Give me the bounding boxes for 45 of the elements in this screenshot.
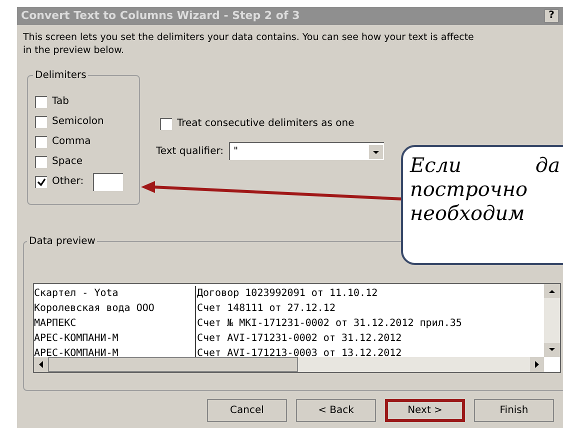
description-text: This screen lets you set the delimiters your data contains. You can see how your text is affecte <box>23 31 475 44</box>
wizard-button[interactable]: Finish <box>474 399 554 422</box>
dropdown-value: " <box>232 145 240 159</box>
wizard-button[interactable]: < Back <box>296 399 376 422</box>
text-qualifier-dropdown[interactable]: " <box>228 142 384 160</box>
description-text: in the preview below. <box>23 44 126 57</box>
checkbox-label: Tab <box>52 95 69 109</box>
callout-text: да <box>535 153 560 177</box>
scroll-down-icon[interactable] <box>544 343 560 357</box>
scroll-left-icon[interactable] <box>34 357 48 372</box>
preview-cell-text: Счет № МКI-171231-0002 от 31.12.2012 прил.35 <box>196 317 462 331</box>
callout-text: Если <box>410 153 462 177</box>
callout-text: построчно <box>410 177 528 201</box>
scroll-thumb[interactable] <box>48 357 298 372</box>
checkbox[interactable] <box>35 96 47 108</box>
checkbox-label: Comma <box>52 135 91 149</box>
checkbox-label: Semicolon <box>52 115 104 129</box>
checkbox-label: Space <box>52 155 82 169</box>
group-label: Data preview <box>27 234 98 249</box>
vertical-scrollbar[interactable] <box>544 284 560 357</box>
horizontal-scrollbar[interactable] <box>34 357 544 372</box>
wizard-button[interactable]: Next > <box>385 399 465 422</box>
scroll-up-icon[interactable] <box>544 284 560 298</box>
window-title: Convert Text to Columns Wizard - Step 2 of 3 <box>21 8 300 24</box>
callout-text: необходим <box>410 201 525 225</box>
field-label: Text qualifier: <box>156 144 224 158</box>
checkbox[interactable] <box>35 156 47 168</box>
preview-cell-text: Договор 1023992091 от 11.10.12 <box>196 287 378 301</box>
checkbox[interactable] <box>35 136 47 148</box>
preview-cell: АРЕС-КОМПАНИ-М <box>34 331 196 346</box>
scroll-right-icon[interactable] <box>530 357 544 372</box>
checkbox-label: Other: <box>52 175 84 189</box>
preview-cell: Скартел - Yota <box>34 286 196 301</box>
other-delimiter-field[interactable] <box>92 172 123 190</box>
preview-cell-text: Счет 148111 от 27.12.12 <box>196 302 336 316</box>
checkbox[interactable] <box>160 118 172 130</box>
checkbox[interactable] <box>35 116 47 128</box>
preview-cell: Королевская вода ООО <box>34 301 196 316</box>
checkbox[interactable] <box>35 176 47 188</box>
preview-cell-text: Счет AVI-171213-0003 от 13.12.2012 <box>196 347 402 357</box>
preview-cell: МАРПЕКС <box>34 316 196 331</box>
checkbox-label: Treat consecutive delimiters as one <box>177 117 354 131</box>
preview-cell-text: Счет AVI-171231-0002 от 31.12.2012 <box>196 332 402 346</box>
help-button[interactable]: ? <box>544 9 559 23</box>
wizard-button[interactable]: Cancel <box>207 399 287 422</box>
